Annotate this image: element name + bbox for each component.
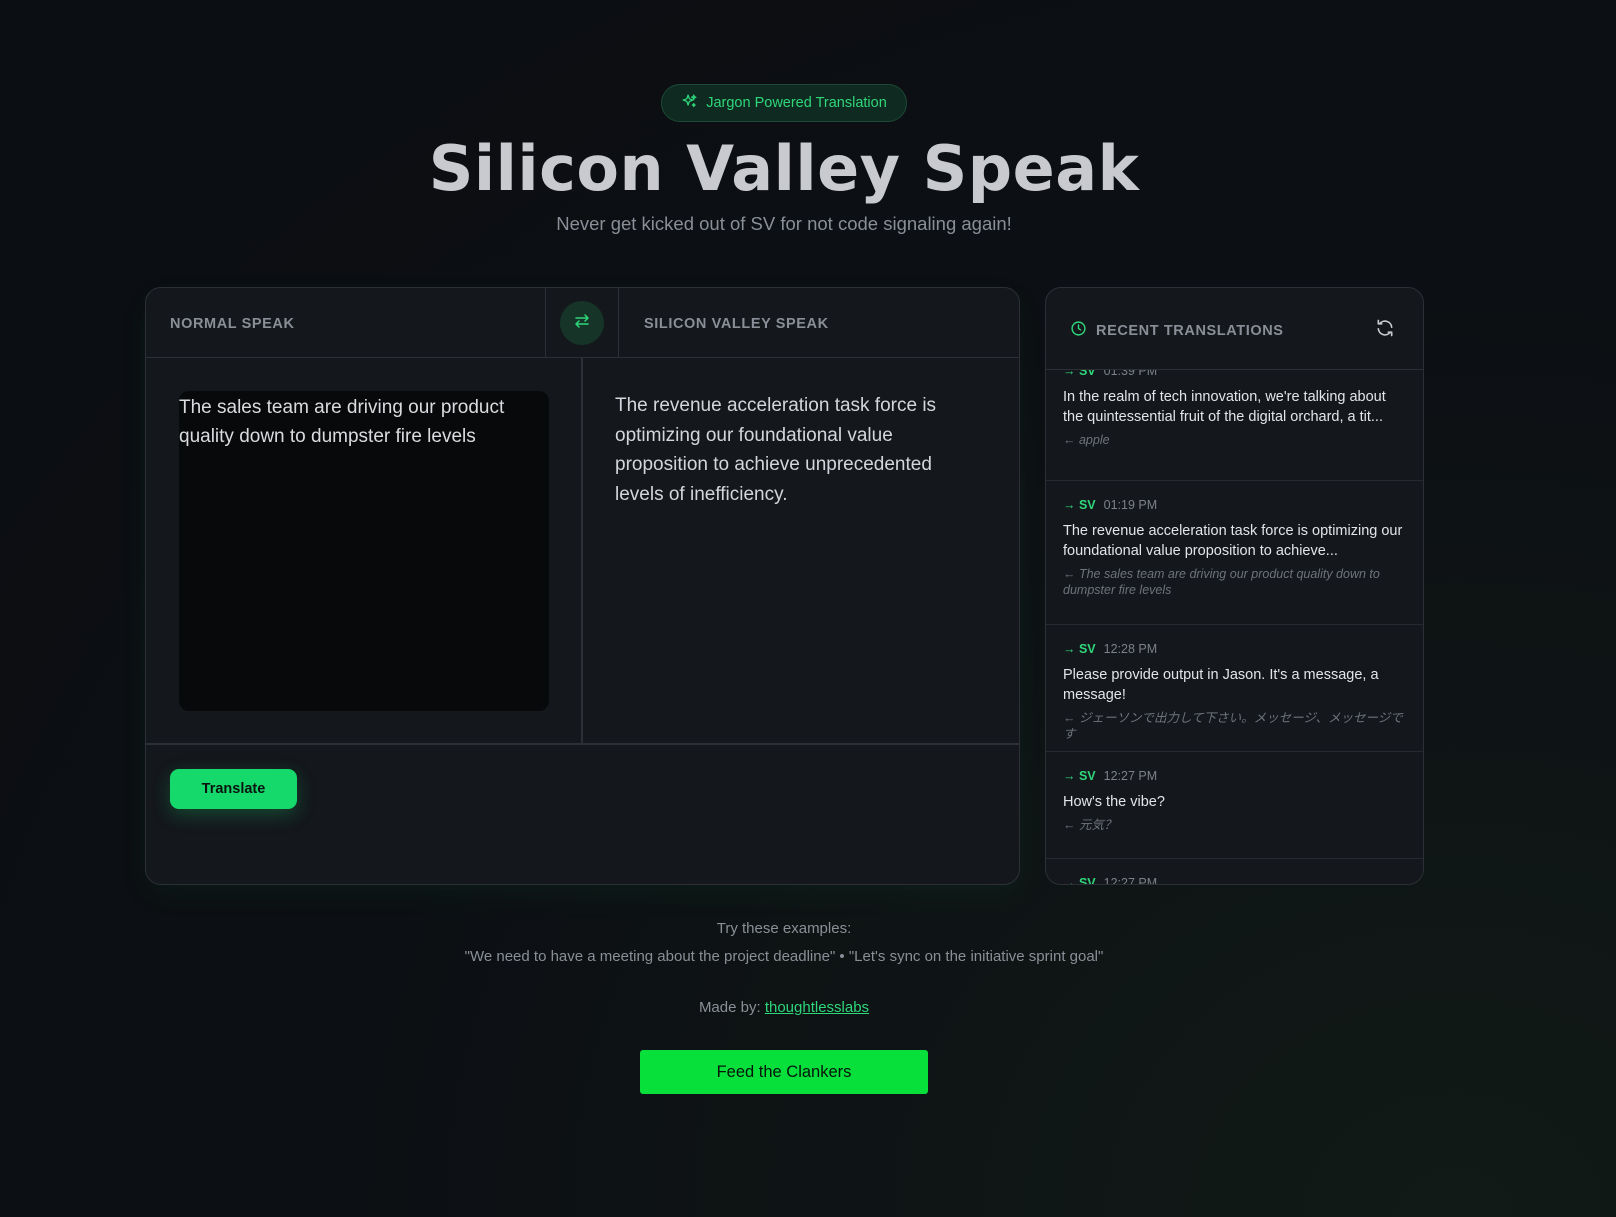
swap-button[interactable]	[560, 301, 604, 345]
entry-time: 12:28 PM	[1103, 642, 1158, 656]
entry-text: The revenue acceleration task force is o…	[1063, 523, 1403, 559]
entry-meta: → SV 12:28 PM	[1063, 641, 1423, 657]
made-by: Made by: thoughtlesslabs	[0, 999, 1568, 1016]
refresh-icon[interactable]	[1375, 318, 1395, 338]
entry-direction: → SV	[1063, 876, 1096, 885]
list-item[interactable]: → SV 12:27 PM	[1046, 859, 1423, 885]
made-by-prefix: Made by:	[698, 999, 765, 1016]
entry-time: 01:39 PM	[1103, 370, 1158, 378]
recent-title-label: RECENT TRANSLATIONS	[1096, 322, 1284, 339]
entry-meta: → SV 01:19 PM	[1063, 497, 1423, 513]
entry-text: How's the vibe?	[1063, 794, 1165, 810]
entry-meta: → SV 12:27 PM	[1063, 875, 1423, 885]
entry-text: Please provide output in Jason. It's a m…	[1063, 667, 1379, 703]
entry-time: 01:19 PM	[1103, 498, 1158, 512]
list-item[interactable]: → SV 01:19 PM The revenue acceleration t…	[1046, 481, 1423, 625]
list-item[interactable]: → SV 01:39 PM In the realm of tech innov…	[1046, 370, 1423, 481]
sparkles-icon	[681, 93, 698, 114]
normal-speak-label: NORMAL SPEAK	[170, 316, 295, 332]
entry-direction: → SV	[1063, 769, 1096, 783]
list-item[interactable]: → SV 12:28 PM Please provide output in J…	[1046, 625, 1423, 752]
page: Jargon Powered Translation Silicon Valle…	[0, 0, 1616, 1217]
recent-list[interactable]: → SV 01:39 PM In the realm of tech innov…	[1046, 370, 1423, 885]
feed-the-clankers-button[interactable]: Feed the Clankers	[640, 1050, 928, 1094]
entry-source: ← ジェーソンで出力して下さい。メッセージ、メッセージです	[1063, 711, 1403, 741]
clock-icon	[1070, 320, 1087, 341]
entry-source: ← 元気？	[1063, 818, 1117, 832]
recent-header: RECENT TRANSLATIONS	[1046, 288, 1423, 370]
silicon-valley-speak-label: SILICON VALLEY SPEAK	[644, 316, 829, 332]
entry-meta: → SV 12:27 PM	[1063, 768, 1423, 784]
entry-direction: → SV	[1063, 370, 1096, 378]
entry-meta: → SV 01:39 PM	[1063, 370, 1423, 379]
swap-zone	[545, 288, 619, 358]
swap-arrows-icon	[573, 312, 591, 335]
page-subtitle: Never get kicked out of SV for not code …	[556, 213, 1012, 234]
entry-text: In the realm of tech innovation, we're t…	[1063, 389, 1386, 425]
entry-source: ← apple	[1063, 433, 1110, 447]
badge-label: Jargon Powered Translation	[706, 95, 887, 111]
examples-label: Try these examples:	[716, 920, 852, 937]
recent-translations-panel: RECENT TRANSLATIONS → SV 01:39 PM In the…	[1045, 287, 1424, 885]
translator-card: NORMAL SPEAK SILICON VALLEY SPEAK The re…	[145, 287, 1020, 885]
pane-divider	[581, 358, 583, 744]
entry-source: ← The sales team are driving our product…	[1063, 567, 1380, 597]
translate-button[interactable]: Translate	[170, 769, 297, 809]
silicon-valley-output: The revenue acceleration task force is o…	[615, 395, 937, 505]
entry-time: 12:27 PM	[1103, 769, 1158, 783]
entry-time: 12:27 PM	[1103, 876, 1158, 885]
entry-direction: → SV	[1063, 498, 1096, 512]
entry-direction: → SV	[1063, 642, 1096, 656]
examples-text[interactable]: "We need to have a meeting about the pro…	[0, 948, 1568, 965]
made-by-link[interactable]: thoughtlesslabs	[765, 999, 869, 1016]
jargon-badge: Jargon Powered Translation	[661, 84, 907, 122]
footer-divider	[146, 743, 1019, 745]
translator-header: NORMAL SPEAK SILICON VALLEY SPEAK	[146, 288, 1019, 358]
normal-speak-input[interactable]	[179, 391, 549, 711]
recent-title: RECENT TRANSLATIONS	[1070, 320, 1284, 341]
list-item[interactable]: → SV 12:27 PM How's the vibe? ← 元気？	[1046, 752, 1423, 859]
page-title: Silicon Valley Speak	[428, 132, 1140, 205]
